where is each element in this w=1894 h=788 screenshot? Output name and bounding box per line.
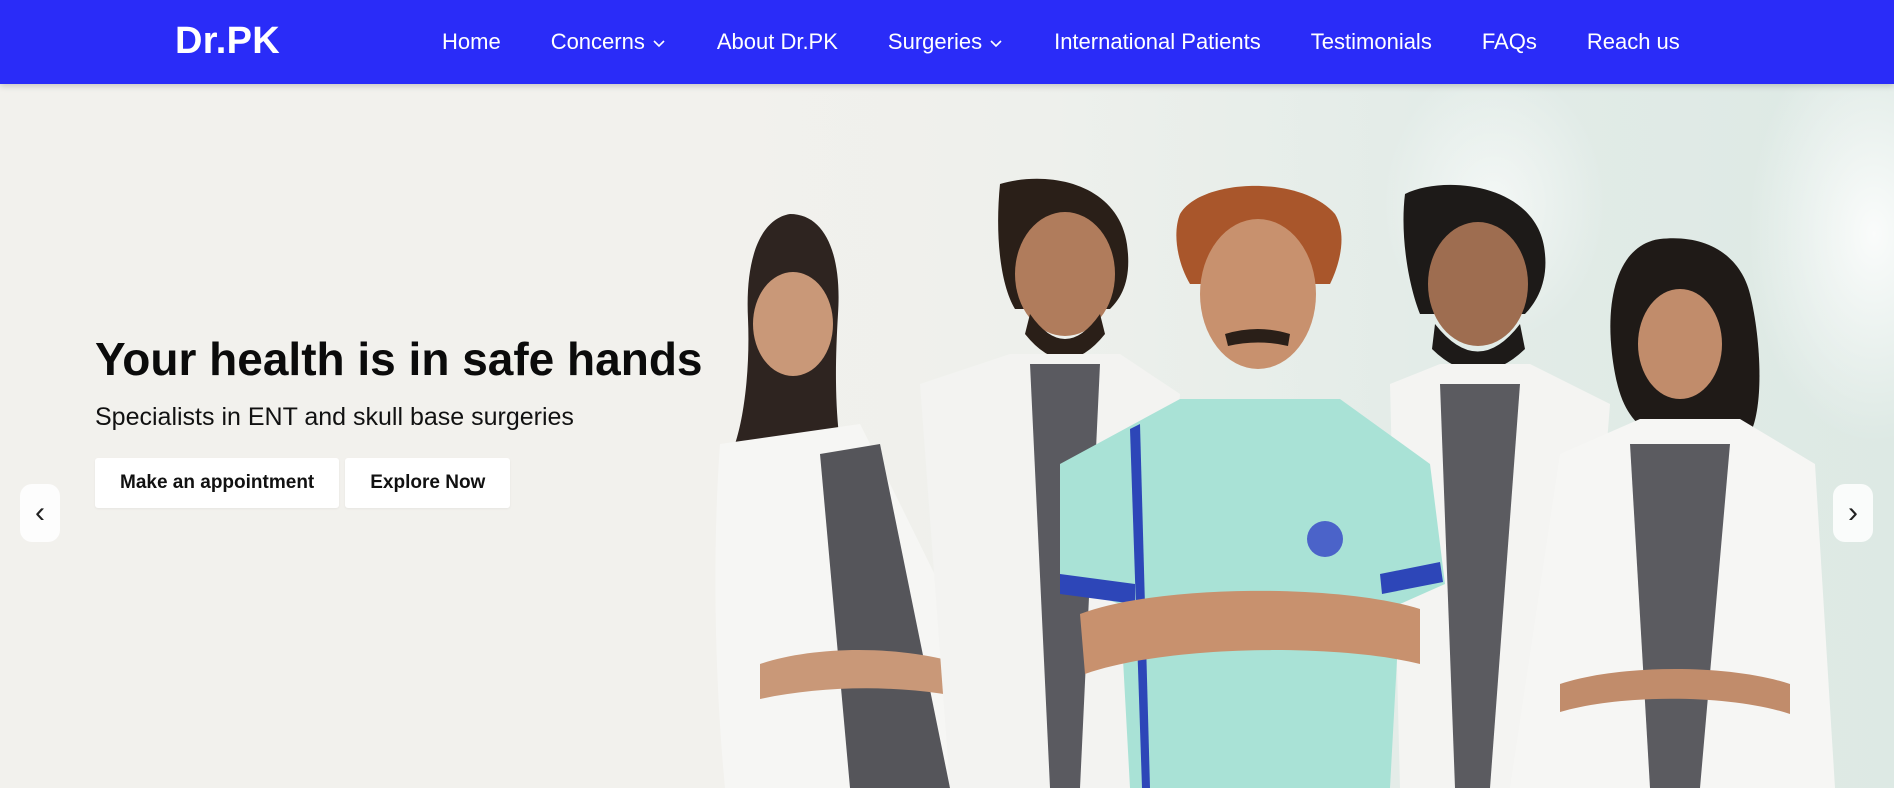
main-nav: Home Concerns About Dr.PK Surgeries Inte… <box>442 0 1680 84</box>
nav-item-label: Surgeries <box>887 29 983 54</box>
nav-item-home[interactable]: Home <box>442 29 501 55</box>
chevron-left-icon: ‹ <box>35 496 45 529</box>
nav-item-concerns[interactable]: Concerns <box>551 29 667 55</box>
nav-item-label: Concerns <box>550 29 645 54</box>
nav-item-label: FAQs <box>1481 29 1537 54</box>
nav-item-international-patients[interactable]: International Patients <box>1054 29 1261 55</box>
nav-item-surgeries[interactable]: Surgeries <box>888 29 1004 55</box>
nav-item-faqs[interactable]: FAQs <box>1482 29 1537 55</box>
chevron-down-icon <box>653 40 665 48</box>
chevron-right-icon: › <box>1848 496 1858 529</box>
nav-item-reach-us[interactable]: Reach us <box>1587 29 1680 55</box>
nav-item-label: Testimonials <box>1310 29 1432 54</box>
chevron-down-icon <box>990 40 1002 48</box>
hero-buttons: Make an appointment Explore Now <box>95 457 703 508</box>
make-appointment-button[interactable]: Make an appointment <box>95 457 340 508</box>
nav-item-label: Home <box>442 29 501 54</box>
doctor-figure <box>1510 238 1835 788</box>
site-logo[interactable]: Dr.PK <box>175 20 280 63</box>
nav-item-testimonials[interactable]: Testimonials <box>1311 29 1432 55</box>
hero-subtitle: Specialists in ENT and skull base surger… <box>95 402 574 431</box>
slider-next-button[interactable]: › <box>1833 484 1873 542</box>
nav-item-label: International Patients <box>1054 29 1261 54</box>
explore-now-button[interactable]: Explore Now <box>345 457 511 508</box>
nav-item-label: Reach us <box>1586 29 1680 54</box>
nav-item-about[interactable]: About Dr.PK <box>717 29 838 55</box>
slider-prev-button[interactable]: ‹ <box>20 484 60 542</box>
hero-content: Your health is in safe hands Specialists… <box>95 334 703 508</box>
hero-slider: Your health is in safe hands Specialists… <box>0 84 1894 788</box>
hero-title: Your health is in safe hands <box>95 333 703 385</box>
nav-item-label: About Dr.PK <box>716 29 838 54</box>
top-navbar: Dr.PK Home Concerns About Dr.PK Surgerie… <box>0 0 1894 84</box>
